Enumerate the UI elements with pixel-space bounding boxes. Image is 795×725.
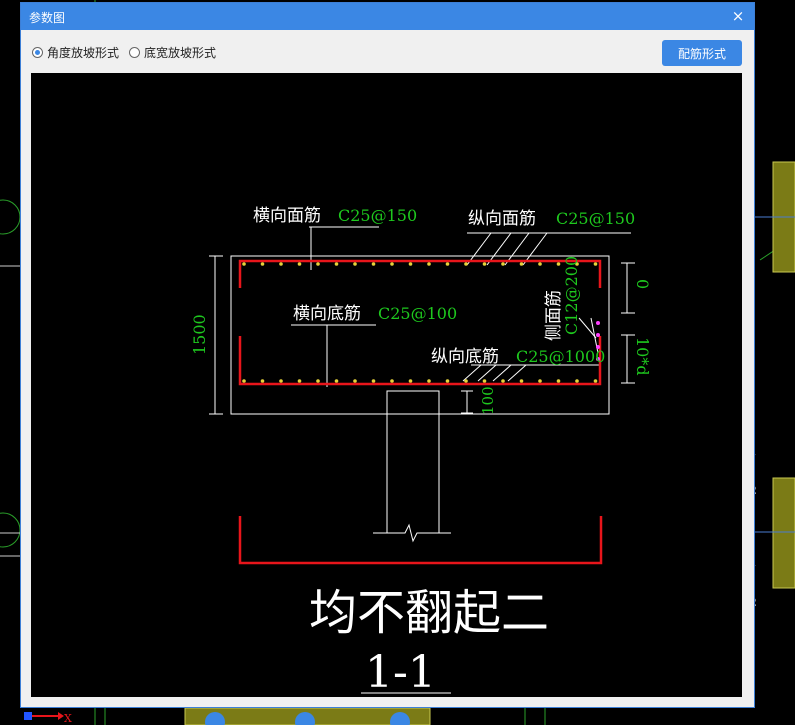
column-outline <box>386 390 440 533</box>
rebar-dot <box>501 379 505 383</box>
rebar-form-button[interactable]: 配筋形式 <box>662 40 742 66</box>
rebar-dot <box>408 262 413 266</box>
drawing-note: 均不翻起二 <box>309 585 549 641</box>
lower-rebar <box>238 516 603 565</box>
radio-width-slope-label: 底宽放坡形式 <box>144 46 217 60</box>
dim-side: 10*d <box>633 337 652 376</box>
rebar-dot <box>593 379 598 383</box>
rebar-dot <box>538 379 542 383</box>
top-rebar-dots <box>242 262 598 266</box>
section-drawing: 横向面筋 C25@150 纵向面筋 C25@150 横向底筋 C25@100 纵… <box>190 206 652 697</box>
rebar-dot <box>279 262 283 266</box>
value-longitudinal-bottom: C25@1000 <box>516 347 605 366</box>
rebar-dot <box>501 262 505 266</box>
value-transverse-top: C25@150 <box>338 206 417 225</box>
rebar-dot <box>371 379 376 383</box>
rebar-dot <box>279 379 283 383</box>
rebar-dot <box>390 262 394 266</box>
radio-angle-slope-label: 角度放坡形式 <box>47 46 120 60</box>
radio-unchecked-icon <box>129 47 140 58</box>
rebar-dot <box>316 379 320 383</box>
rebar-dot <box>538 262 542 266</box>
rebar-dot <box>390 379 394 383</box>
rebar-dot <box>427 262 431 266</box>
rebar-dot <box>297 262 302 266</box>
parameter-dialog: 参数图 × 角度放坡形式 底宽放坡形式 配筋形式 横向面筋 C25@150 纵向… <box>20 2 755 708</box>
rebar-dot <box>242 379 246 383</box>
rebar-dot <box>445 379 450 383</box>
label-longitudinal-top: 纵向面筋 <box>468 209 536 229</box>
value-side-rebar: C12@200 <box>562 256 581 335</box>
value-transverse-bottom: C25@100 <box>378 304 457 323</box>
bottom-rebar-dots <box>242 379 598 383</box>
rebar-dot <box>482 262 487 266</box>
rebar-dot <box>260 262 265 266</box>
label-transverse-bottom: 横向底筋 <box>293 304 361 324</box>
top-rebar <box>238 259 602 288</box>
rebar-dot <box>371 262 376 266</box>
rebar-dot <box>482 379 487 383</box>
rebar-dot <box>260 379 265 383</box>
radio-checked-icon <box>32 47 43 58</box>
rebar-dot <box>353 379 357 383</box>
dim-bottom: 100 <box>479 386 497 415</box>
label-longitudinal-bottom: 纵向底筋 <box>431 347 499 367</box>
rebar-dot <box>242 262 246 266</box>
rebar-dot <box>464 379 468 383</box>
rebar-dot <box>334 379 339 383</box>
rebar-dot <box>464 262 468 266</box>
dim-height: 1500 <box>190 314 209 355</box>
rebar-dot <box>445 262 450 266</box>
radio-width-slope[interactable]: 底宽放坡形式 <box>129 44 216 61</box>
svg-text:X: X <box>64 712 72 725</box>
rebar-dot <box>593 262 598 266</box>
drawing-canvas: 横向面筋 C25@150 纵向面筋 C25@150 横向底筋 C25@100 纵… <box>31 73 742 697</box>
rebar-dot <box>556 262 561 266</box>
radio-angle-slope[interactable]: 角度放坡形式 <box>32 44 119 61</box>
close-icon[interactable]: × <box>730 6 746 26</box>
rebar-dot <box>575 379 579 383</box>
dim-top: 0 <box>633 279 652 289</box>
rebar-dot <box>353 262 357 266</box>
rebar-dot <box>556 379 561 383</box>
dialog-toolbar: 角度放坡形式 底宽放坡形式 配筋形式 <box>21 30 754 72</box>
label-side-rebar: 侧面筋 <box>544 290 564 341</box>
label-transverse-top: 横向面筋 <box>253 206 321 226</box>
section-label: 1-1 <box>365 647 436 697</box>
rebar-dot <box>334 262 339 266</box>
value-longitudinal-top: C25@150 <box>556 209 635 228</box>
rebar-dot <box>519 379 524 383</box>
dialog-title: 参数图 <box>29 11 66 25</box>
rebar-dot <box>316 262 320 266</box>
rebar-dot <box>408 379 413 383</box>
rebar-dot <box>427 379 431 383</box>
rebar-dot <box>519 262 524 266</box>
rebar-dot <box>297 379 302 383</box>
dialog-titlebar[interactable]: 参数图 × <box>21 3 754 30</box>
